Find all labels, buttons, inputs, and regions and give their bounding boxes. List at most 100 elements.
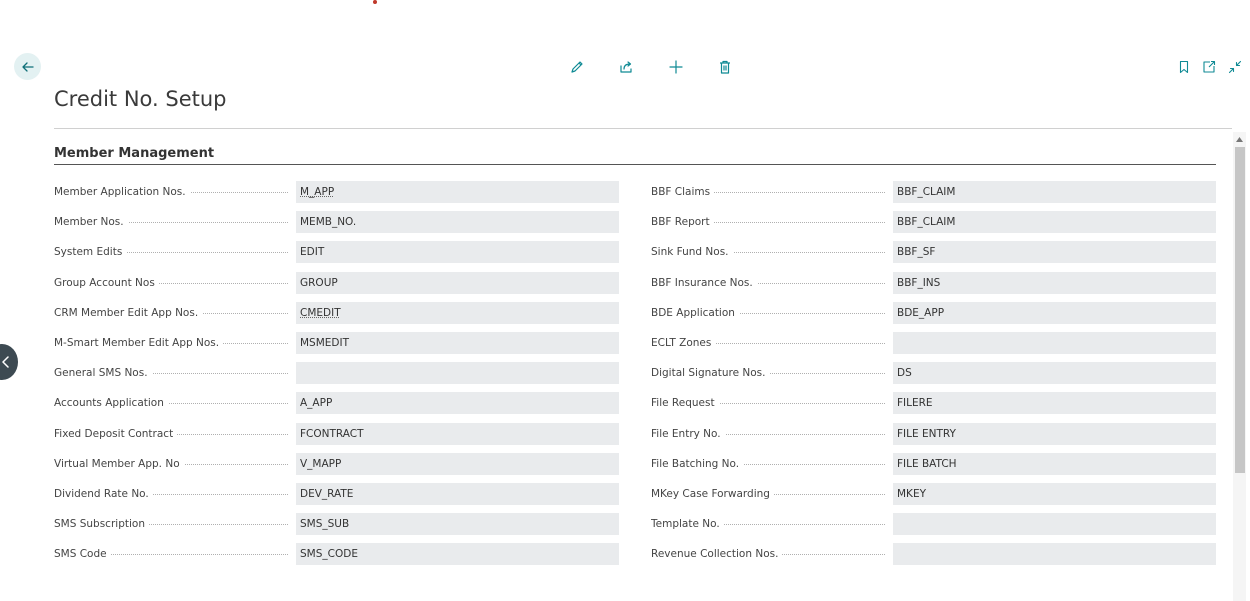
- chevron-left-icon: [2, 356, 9, 368]
- bookmark-button[interactable]: [1174, 57, 1194, 77]
- open-new-window-icon: [1203, 60, 1216, 73]
- field-label: M-Smart Member Edit App Nos.: [54, 337, 224, 349]
- field-value-input[interactable]: MSMEDIT: [296, 332, 619, 354]
- field-row: Group Account Nos GROUP: [54, 272, 619, 294]
- field-value-input[interactable]: FILE ENTRY: [893, 423, 1216, 445]
- field-value-input[interactable]: [893, 513, 1216, 535]
- field-value-text: DEV_RATE: [300, 488, 354, 500]
- field-value-input[interactable]: BDE_APP: [893, 302, 1216, 324]
- title-divider: [54, 128, 1232, 129]
- field-label: Group Account Nos: [54, 277, 159, 289]
- field-row: ECLT Zones: [651, 332, 1216, 354]
- field-value-input[interactable]: BBF_INS: [893, 272, 1216, 294]
- field-label: Template No.: [651, 518, 724, 530]
- field-value-text: V_MAPP: [300, 458, 342, 470]
- field-value-input[interactable]: MEMB_NO.: [296, 211, 619, 233]
- delete-button[interactable]: [715, 57, 735, 77]
- field-row: M-Smart Member Edit App Nos. MSMEDIT: [54, 332, 619, 354]
- field-label: Virtual Member App. No: [54, 458, 184, 470]
- field-value-input[interactable]: BBF_CLAIM: [893, 181, 1216, 203]
- scroll-up-button[interactable]: [1233, 132, 1246, 146]
- field-value-input[interactable]: GROUP: [296, 272, 619, 294]
- field-value-text: MKEY: [897, 488, 926, 500]
- open-new-window-button[interactable]: [1199, 57, 1219, 77]
- trash-icon: [720, 60, 730, 74]
- field-value-input[interactable]: SMS_SUB: [296, 513, 619, 535]
- field-value-text: GROUP: [300, 277, 338, 289]
- field-label: BBF Report: [651, 216, 714, 228]
- field-row: General SMS Nos.: [54, 362, 619, 384]
- field-row: Template No.: [651, 513, 1216, 535]
- field-value-text: FILE ENTRY: [897, 428, 956, 440]
- field-value-text: BBF_CLAIM: [897, 216, 956, 228]
- collapse-icon: [1228, 60, 1242, 74]
- field-value-input[interactable]: EDIT: [296, 241, 619, 263]
- notification-dot: [373, 0, 377, 4]
- collapse-button[interactable]: [1225, 57, 1245, 77]
- field-value-input[interactable]: FILE BATCH: [893, 453, 1216, 475]
- share-button[interactable]: [616, 57, 636, 77]
- field-row: System Edits EDIT: [54, 241, 619, 263]
- field-row: Accounts Application A_APP: [54, 392, 619, 414]
- section-title[interactable]: Member Management: [54, 146, 214, 161]
- field-value-input[interactable]: BBF_SF: [893, 241, 1216, 263]
- field-label-wrap: Revenue Collection Nos.: [651, 543, 893, 565]
- field-label-wrap: Dividend Rate No.: [54, 483, 296, 505]
- field-row: SMS Subscription SMS_SUB: [54, 513, 619, 535]
- field-label-wrap: Template No.: [651, 513, 893, 535]
- field-value-text: MSMEDIT: [300, 337, 350, 349]
- field-value-input[interactable]: CMEDIT: [296, 302, 619, 324]
- field-row: Dividend Rate No. DEV_RATE: [54, 483, 619, 505]
- field-value-input[interactable]: [893, 543, 1216, 565]
- field-label: BDE Application: [651, 307, 739, 319]
- new-button[interactable]: [666, 57, 686, 77]
- field-label-wrap: File Request: [651, 392, 893, 414]
- field-value-input[interactable]: V_MAPP: [296, 453, 619, 475]
- bookmark-icon: [1179, 60, 1189, 74]
- scrollbar[interactable]: [1233, 132, 1246, 601]
- field-value-input[interactable]: FCONTRACT: [296, 423, 619, 445]
- side-panel-toggle[interactable]: [0, 344, 18, 380]
- field-value-text: FILERE: [897, 397, 933, 409]
- field-value-input[interactable]: DEV_RATE: [296, 483, 619, 505]
- field-value-input[interactable]: FILERE: [893, 392, 1216, 414]
- field-value-text: DS: [897, 367, 912, 379]
- field-value-input[interactable]: [893, 332, 1216, 354]
- field-value-text: FILE BATCH: [897, 458, 957, 470]
- field-label-wrap: CRM Member Edit App Nos.: [54, 302, 296, 324]
- field-label-wrap: Fixed Deposit Contract: [54, 423, 296, 445]
- field-row: Revenue Collection Nos.: [651, 543, 1216, 565]
- field-label: Dividend Rate No.: [54, 488, 153, 500]
- field-value-input[interactable]: SMS_CODE: [296, 543, 619, 565]
- field-label: Fixed Deposit Contract: [54, 428, 178, 440]
- edit-button[interactable]: [567, 57, 587, 77]
- field-label-wrap: M-Smart Member Edit App Nos.: [54, 332, 296, 354]
- field-label: Member Nos.: [54, 216, 128, 228]
- field-label-wrap: BBF Claims: [651, 181, 893, 203]
- field-value-text: CMEDIT: [300, 307, 341, 319]
- field-label: General SMS Nos.: [54, 367, 152, 379]
- field-label-wrap: Member Nos.: [54, 211, 296, 233]
- field-value-input[interactable]: M_APP: [296, 181, 619, 203]
- scroll-thumb[interactable]: [1235, 147, 1245, 473]
- field-label-wrap: File Entry No.: [651, 423, 893, 445]
- field-label-wrap: BBF Report: [651, 211, 893, 233]
- field-label-wrap: ECLT Zones: [651, 332, 893, 354]
- field-row: Sink Fund Nos. BBF_SF: [651, 241, 1216, 263]
- field-value-text: FCONTRACT: [300, 428, 364, 440]
- field-value-input[interactable]: A_APP: [296, 392, 619, 414]
- plus-icon: [669, 60, 683, 74]
- field-row: SMS Code SMS_CODE: [54, 543, 619, 565]
- field-value-text: BBF_CLAIM: [897, 186, 956, 198]
- field-value-input[interactable]: BBF_CLAIM: [893, 211, 1216, 233]
- field-label-wrap: SMS Subscription: [54, 513, 296, 535]
- page-title: Credit No. Setup: [54, 87, 227, 111]
- field-value-input[interactable]: MKEY: [893, 483, 1216, 505]
- field-label-wrap: File Batching No.: [651, 453, 893, 475]
- field-label: BBF Insurance Nos.: [651, 277, 757, 289]
- field-label: Accounts Application: [54, 397, 168, 409]
- field-label-wrap: Virtual Member App. No: [54, 453, 296, 475]
- field-value-input[interactable]: [296, 362, 619, 384]
- field-label-wrap: Accounts Application: [54, 392, 296, 414]
- field-value-input[interactable]: DS: [893, 362, 1216, 384]
